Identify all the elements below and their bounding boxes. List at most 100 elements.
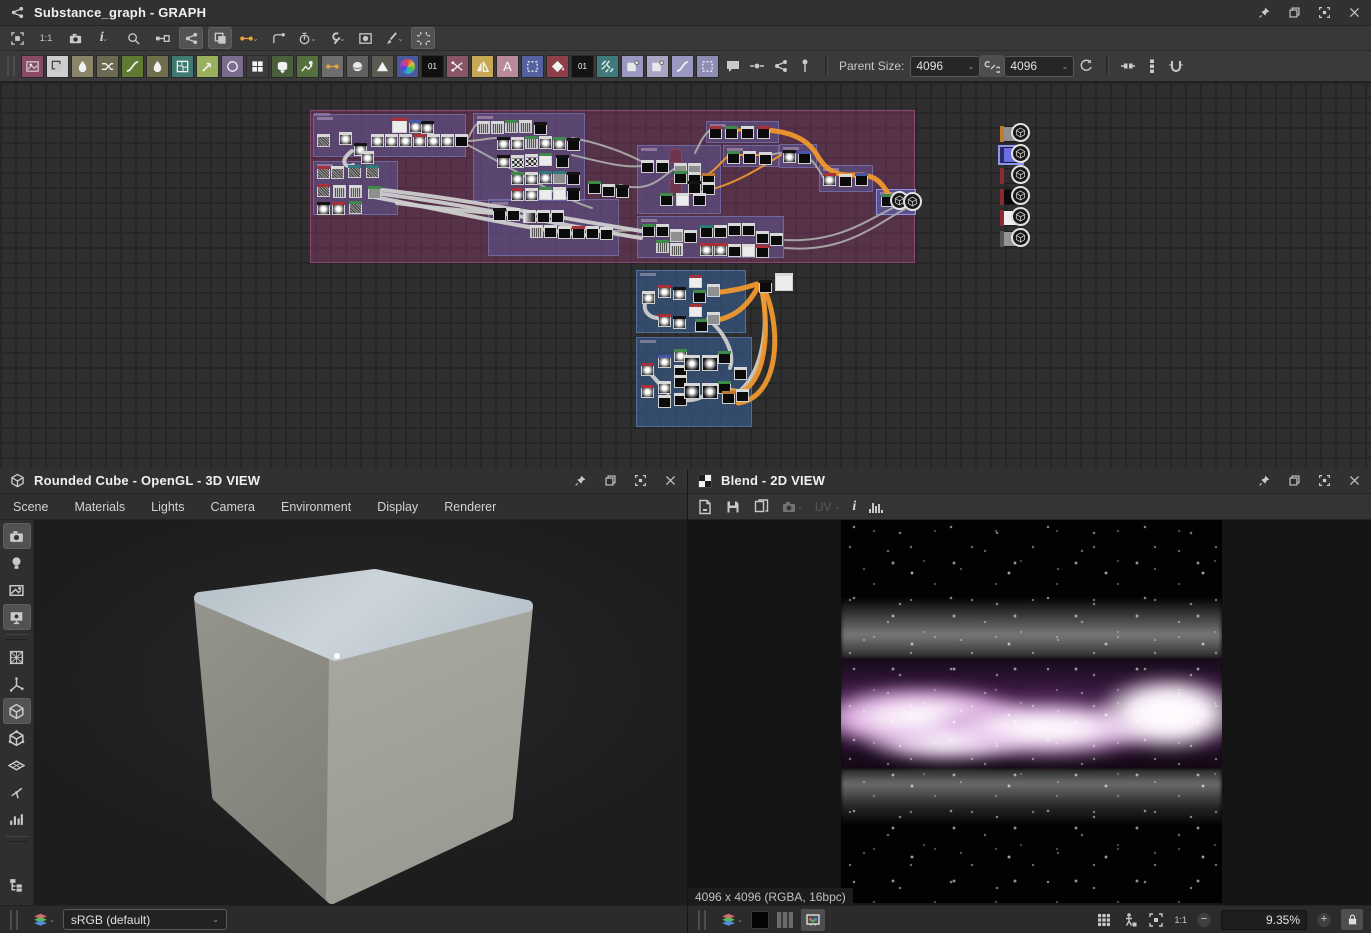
tile-generator-node-button[interactable]: [246, 55, 269, 78]
restore-icon[interactable]: [1288, 474, 1301, 487]
cells-node-button[interactable]: [596, 55, 619, 78]
graph-node[interactable]: [553, 187, 566, 200]
colorspace-select[interactable]: sRGB (default)⌄: [63, 909, 227, 930]
graph-node[interactable]: [641, 363, 654, 376]
connection-route-button[interactable]: [267, 28, 289, 48]
graph-node[interactable]: [823, 173, 836, 186]
turbine-icon[interactable]: [4, 780, 30, 804]
graph-node[interactable]: [553, 171, 566, 184]
mosaic-node-button[interactable]: [221, 55, 244, 78]
bottombar-grip[interactable]: [10, 910, 18, 930]
graph-node[interactable]: [722, 391, 735, 404]
menu-materials[interactable]: Materials: [74, 500, 125, 514]
output-node[interactable]: [1000, 210, 1022, 226]
normal-node-button[interactable]: [396, 55, 419, 78]
graph-node[interactable]: [600, 227, 613, 240]
graph-node[interactable]: [332, 202, 345, 215]
graph-node[interactable]: [455, 134, 468, 147]
maximize-icon[interactable]: [1318, 474, 1331, 487]
graph-node[interactable]: [537, 210, 550, 223]
graph-node[interactable]: [505, 120, 518, 133]
graph-node[interactable]: [385, 134, 398, 147]
graph-node[interactable]: [718, 351, 731, 364]
channels-icon[interactable]: ⌄: [720, 911, 743, 928]
histogram-scan-node-button[interactable]: [371, 55, 394, 78]
shape-node-button[interactable]: [271, 55, 294, 78]
graph-node[interactable]: [539, 153, 552, 166]
graph-node[interactable]: [734, 367, 747, 380]
graph-node[interactable]: [525, 154, 538, 167]
graph-node[interactable]: [743, 151, 756, 164]
stats-icon[interactable]: [4, 807, 30, 831]
parent-width-select[interactable]: 4096⌄: [910, 56, 980, 77]
graph-node[interactable]: [642, 291, 655, 304]
align-vertical-button[interactable]: [1140, 55, 1164, 77]
zoom-in-button[interactable]: +: [1317, 913, 1331, 927]
graph-node[interactable]: [658, 285, 671, 298]
graph-node[interactable]: [525, 136, 538, 149]
graph-node[interactable]: [658, 355, 671, 368]
graph-node[interactable]: [421, 121, 434, 134]
background-color-swatch[interactable]: [751, 911, 769, 929]
menu-scene[interactable]: Scene: [13, 500, 48, 514]
graph-node[interactable]: [551, 210, 564, 223]
graph-canvas[interactable]: [0, 82, 1371, 470]
final-node-badge[interactable]: [903, 192, 922, 211]
screenshot-button[interactable]: [64, 28, 86, 48]
output-node[interactable]: [1000, 231, 1022, 247]
timings-button[interactable]: ⌄: [296, 28, 318, 48]
graph-node[interactable]: [523, 210, 536, 223]
graph-node[interactable]: [770, 233, 783, 246]
environment-tool-icon[interactable]: [4, 578, 30, 602]
graph-node[interactable]: [855, 173, 868, 186]
graph-node[interactable]: [493, 208, 506, 221]
graph-node[interactable]: [693, 290, 706, 303]
graph-node[interactable]: [725, 126, 738, 139]
save-icon[interactable]: [725, 499, 741, 515]
grayscale-bars-icon[interactable]: [777, 912, 793, 928]
graph-node[interactable]: [317, 166, 330, 179]
lock-zoom-button[interactable]: [1341, 909, 1363, 930]
graph-node[interactable]: [707, 312, 720, 325]
graph-node[interactable]: [670, 243, 683, 256]
graph-node[interactable]: [673, 287, 686, 300]
graph-node[interactable]: [736, 389, 749, 402]
restore-icon[interactable]: [1288, 6, 1301, 19]
graph-node[interactable]: [519, 120, 532, 133]
graph-node[interactable]: [349, 185, 362, 198]
graph-node[interactable]: [700, 225, 713, 238]
graph-node[interactable]: [349, 201, 362, 214]
menu-display[interactable]: Display: [377, 500, 418, 514]
view3d-viewport[interactable]: [0, 520, 687, 905]
graph-node[interactable]: [348, 165, 361, 178]
camera-tool-icon[interactable]: [4, 524, 30, 548]
close-icon[interactable]: [664, 474, 677, 487]
graph-node[interactable]: [656, 224, 669, 237]
gradient-node-button[interactable]: [646, 55, 669, 78]
graph-node[interactable]: [511, 155, 524, 168]
graph-node[interactable]: [742, 244, 755, 257]
value-node-button[interactable]: 01: [571, 55, 594, 78]
subgraph-button[interactable]: [769, 55, 793, 77]
graph-node[interactable]: [684, 383, 700, 399]
graph-node[interactable]: [674, 171, 687, 184]
curve-node-button[interactable]: [121, 55, 144, 78]
scene-tree-icon[interactable]: [4, 873, 30, 897]
svg-node-button[interactable]: [46, 55, 69, 78]
actual-size-button[interactable]: 1:1: [35, 28, 57, 48]
graph-node[interactable]: [728, 223, 741, 236]
slope-blur-node-button[interactable]: [196, 55, 219, 78]
directional-warp-node-button[interactable]: [146, 55, 169, 78]
close-icon[interactable]: [1348, 474, 1361, 487]
information-icon[interactable]: i: [852, 499, 856, 515]
graph-node[interactable]: [756, 231, 769, 244]
actual-size-icon[interactable]: 1:1: [1174, 915, 1187, 925]
graph-node[interactable]: [572, 226, 585, 239]
output-node[interactable]: [1000, 189, 1022, 205]
graph-node[interactable]: [497, 155, 510, 168]
output-node[interactable]: [1000, 168, 1022, 184]
pin-icon[interactable]: [1258, 474, 1271, 487]
graph-view-button[interactable]: [180, 28, 202, 48]
graph-node[interactable]: [727, 151, 740, 164]
graph-node[interactable]: [331, 166, 344, 179]
